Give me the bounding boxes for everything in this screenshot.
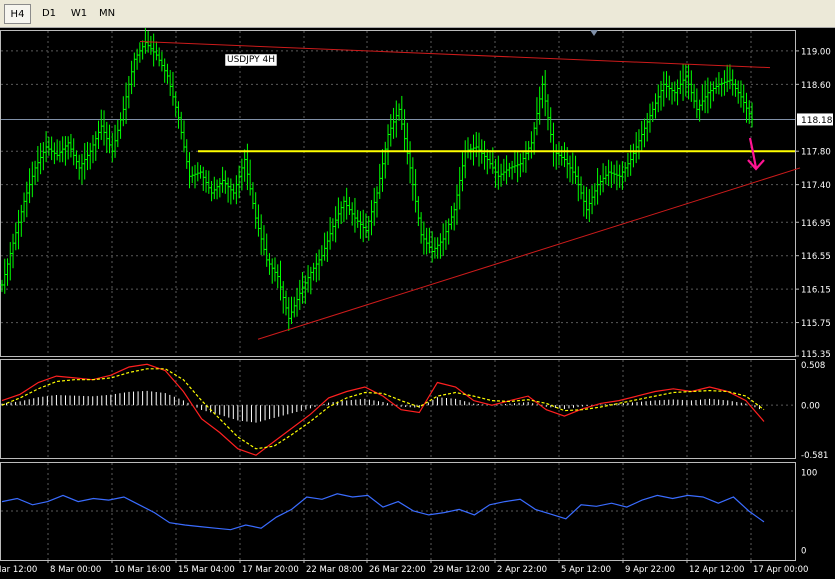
x-tick-label: 17 Apr 00:00 [753,565,808,575]
macd-tick-label: 0.00 [801,402,820,412]
y-tick-label: 117.40 [801,181,831,191]
y-tick-label: 117.80 [801,148,831,158]
x-tick-label: 17 Mar 20:00 [242,565,299,575]
y-tick-label: 115.35 [801,350,831,360]
current-price-label: 118.18 [801,116,833,126]
timeframe-toolbar: H4 D1 W1 MN [0,0,835,28]
macd-signal-line [1,368,765,450]
x-tick-label: 22 Mar 08:00 [306,565,363,575]
timeframe-button-w1[interactable]: W1 [65,4,93,24]
indicator-line [1,493,765,531]
indicator-tick-label: 100 [801,469,817,479]
timeframe-button-d1[interactable]: D1 [35,4,63,24]
shift-marker-icon [590,30,598,36]
macd-tick-label: -0.581 [801,451,828,461]
x-tick-label: 29 Mar 12:00 [433,565,490,575]
x-tick-label: 2 Apr 22:00 [497,565,547,575]
y-tick-label: 116.55 [801,252,831,262]
chart-title-label: USDJPY 4H [227,55,275,65]
price-bars [0,28,754,331]
macd-tick-label: 0.508 [801,361,825,371]
forex-chart: USDJPY 4H 119.00 118.60 118.18 117.80 117.40 1… [0,28,833,575]
y-tick-label: 116.95 [801,219,831,229]
x-tick-label: 9 Apr 22:00 [625,565,675,575]
y-tick-label: 115.75 [801,319,831,329]
x-tick-label: 12 Apr 12:00 [689,565,744,575]
indicator-tick-label: 0 [801,547,806,557]
y-tick-label: 119.00 [801,47,831,57]
macd-pane-frame [0,359,796,459]
timeframe-button-h4[interactable]: H4 [4,4,31,24]
x-tick-label: 8 Mar 00:00 [50,565,101,575]
x-tick-label: 2 Mar 12:00 [0,565,37,575]
support-trendline [257,167,801,340]
x-tick-label: 5 Apr 12:00 [561,565,611,575]
x-tick-label: 15 Mar 04:00 [178,565,235,575]
price-pane-frame [0,30,796,357]
macd-histogram [1,390,760,423]
y-tick-label: 116.15 [801,286,831,296]
timeframe-button-mn[interactable]: MN [93,4,121,24]
macd-main-line [1,363,765,456]
y-tick-label: 118.60 [801,81,831,91]
x-tick-label: 26 Mar 22:00 [369,565,426,575]
down-arrow-icon [747,137,765,171]
x-tick-label: 10 Mar 16:00 [114,565,171,575]
